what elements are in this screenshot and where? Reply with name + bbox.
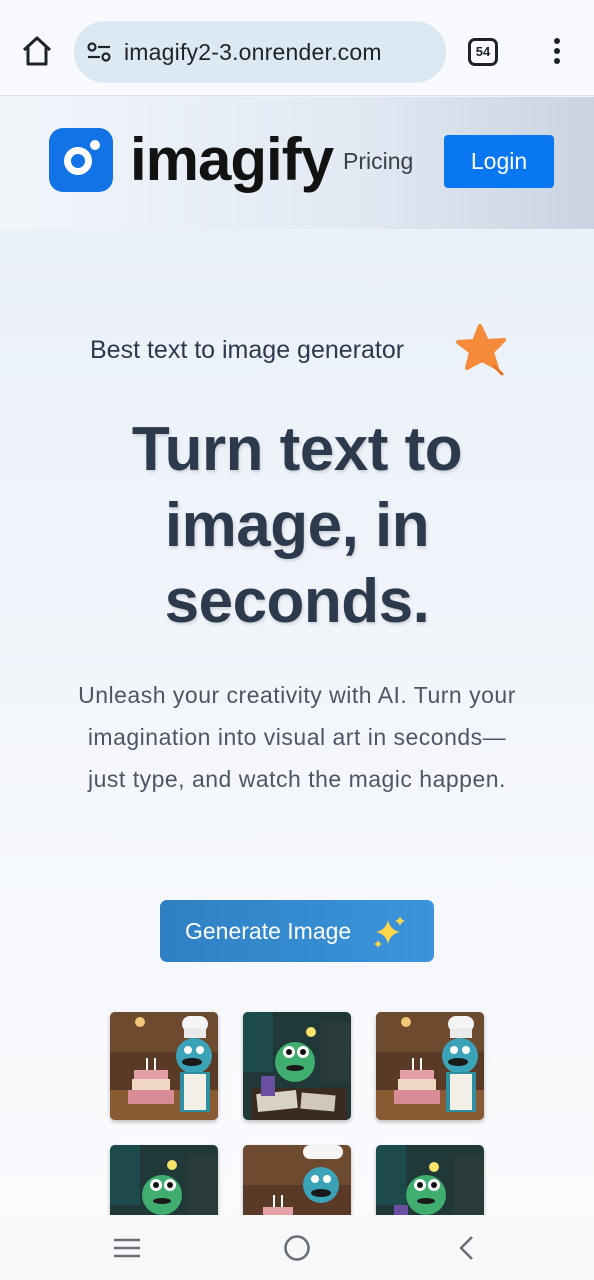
hero-section: Best text to image generator Turn text t… [0,230,594,1253]
generate-image-label: Generate Image [185,918,352,944]
description-line: just type, and watch the magic happen. [88,766,506,792]
recents-icon[interactable] [112,1233,142,1263]
gallery-image[interactable] [110,1012,218,1120]
home-icon[interactable] [20,34,54,68]
gallery-image[interactable] [376,1012,484,1120]
description-line: Unleash your creativity with AI. Turn yo… [78,682,516,708]
address-bar[interactable]: imagify2-3.onrender.com [74,21,446,83]
system-navigation-bar [0,1215,594,1280]
logo-text[interactable]: imagify [130,125,334,195]
tabs-icon[interactable]: 54 [468,38,498,66]
star-icon [456,324,506,376]
headline-line: image, in [164,491,430,560]
generate-image-button[interactable]: Generate Image [160,900,434,962]
back-icon[interactable] [452,1233,482,1263]
more-vert-icon[interactable] [550,38,564,68]
url-text[interactable]: imagify2-3.onrender.com [124,39,382,66]
hero-headline: Turn text to image, in seconds. [0,412,594,640]
site-settings-icon[interactable] [86,41,112,63]
logo-icon[interactable] [49,128,113,192]
browser-toolbar: imagify2-3.onrender.com 54 [0,0,594,96]
home-circle-icon[interactable] [282,1233,312,1263]
tagline: Best text to image generator [90,336,405,364]
hero-description: Unleash your creativity with AI. Turn yo… [40,674,554,800]
headline-line: seconds. [164,567,430,636]
description-line: imagination into visual art in seconds— [87,724,507,750]
gallery-image[interactable] [243,1012,351,1120]
sparkles-icon [374,916,405,948]
headline-line: Turn text to [131,415,463,484]
login-button[interactable]: Login [444,135,554,188]
pricing-link[interactable]: Pricing [343,148,413,175]
site-header: imagify Pricing Login [0,97,594,229]
